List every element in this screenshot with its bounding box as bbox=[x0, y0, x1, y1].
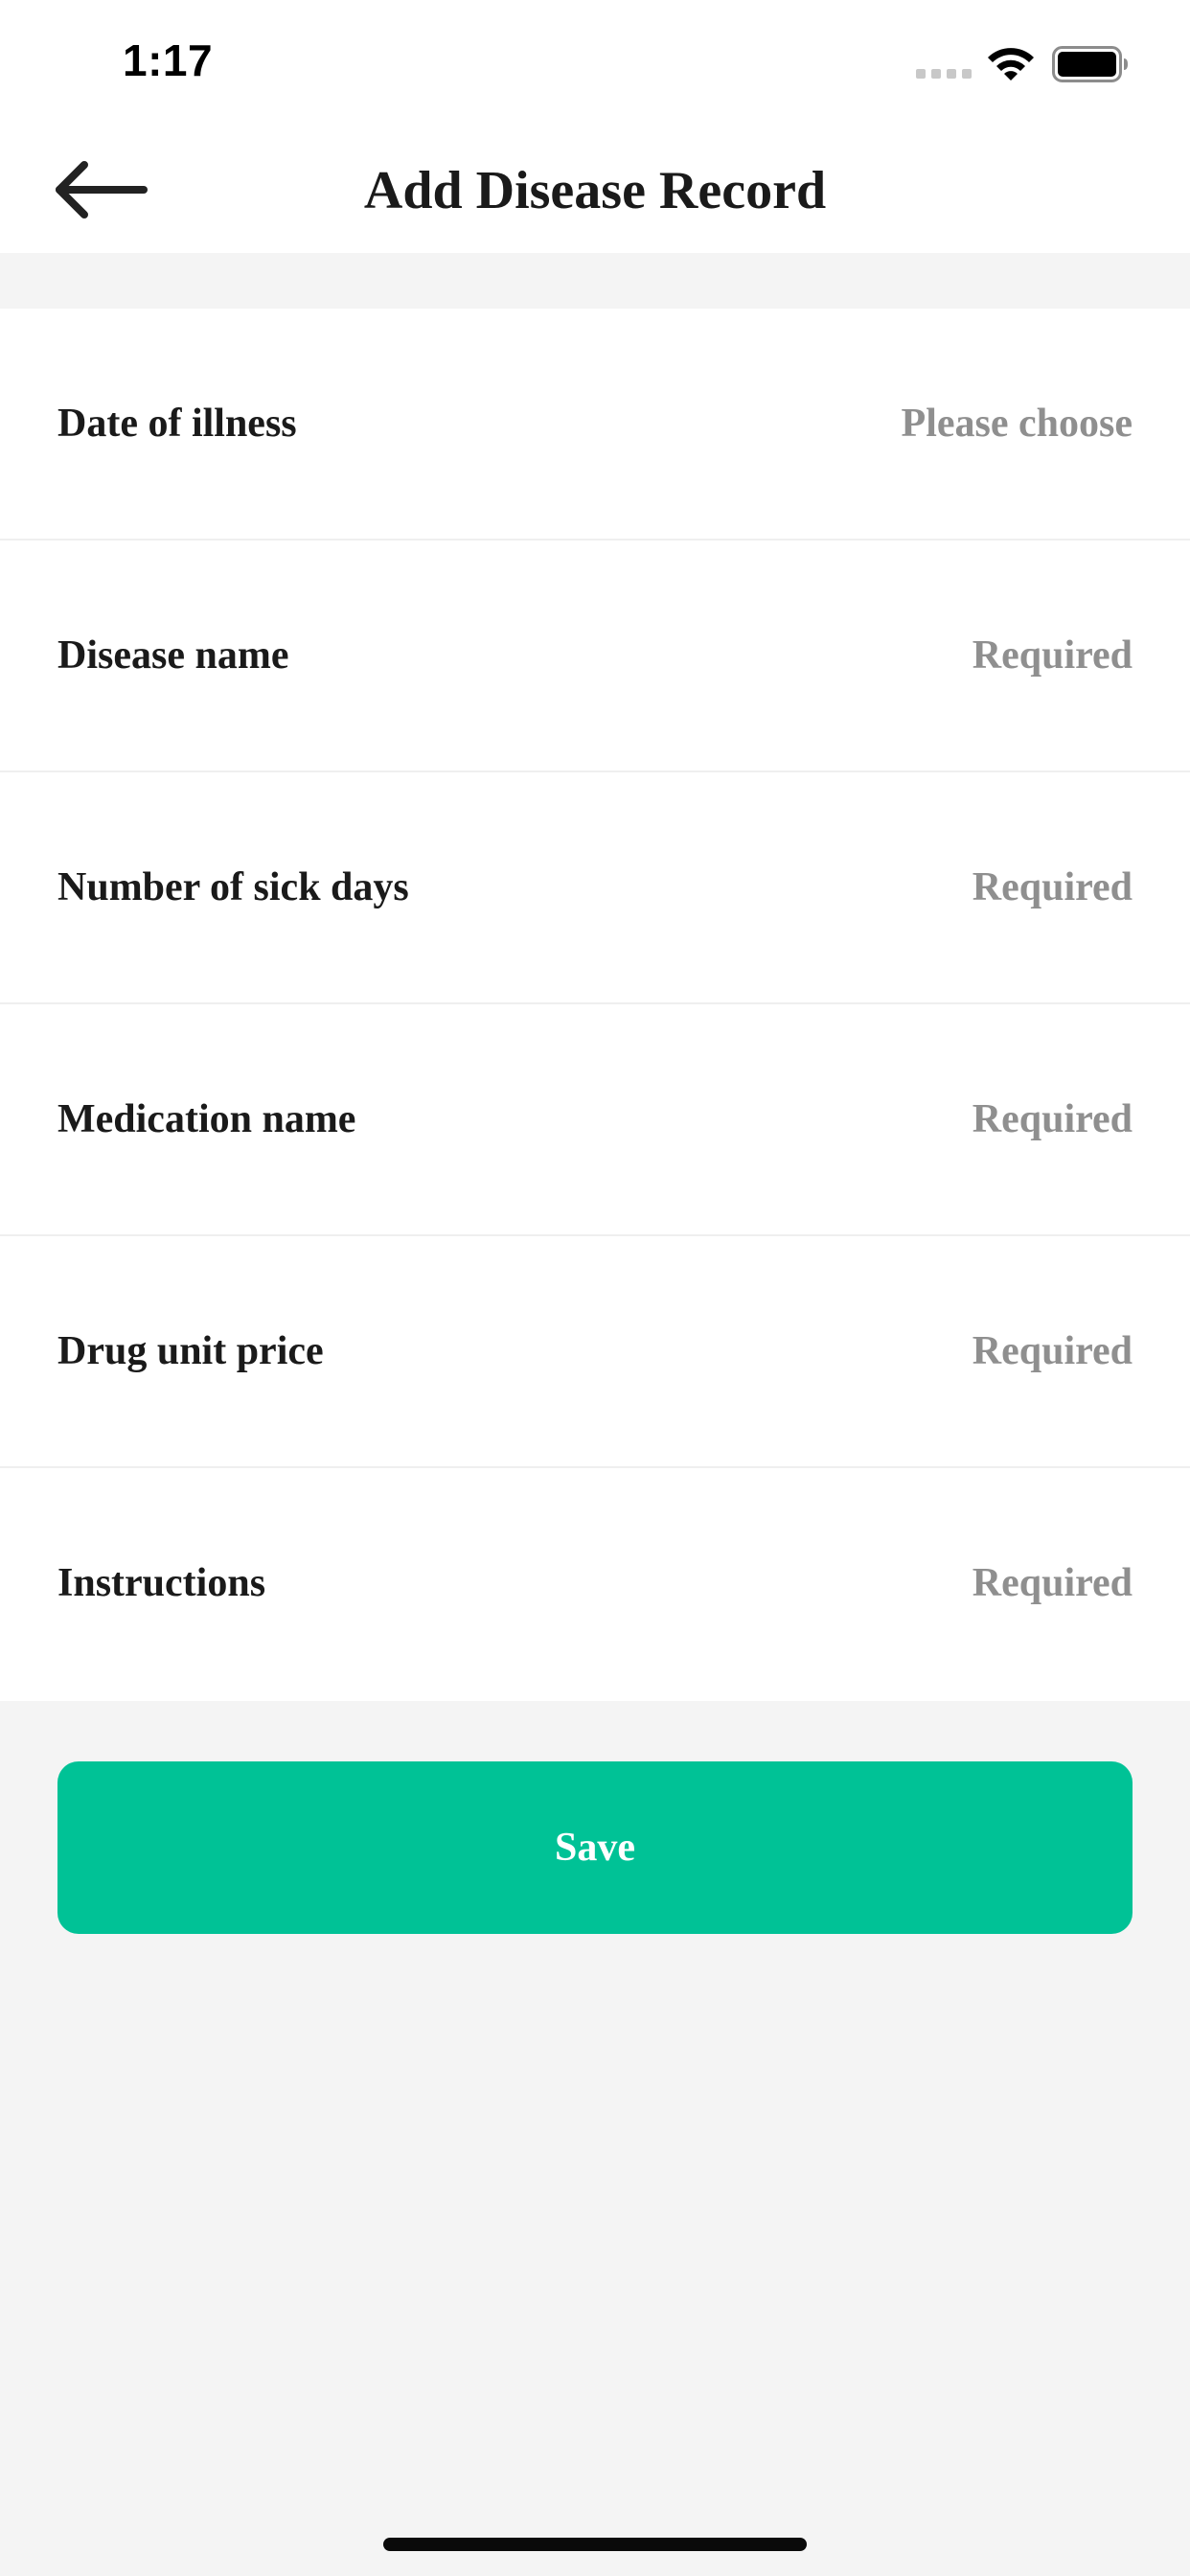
home-indicator[interactable] bbox=[383, 2538, 807, 2551]
drug-unit-price-input[interactable]: Required bbox=[973, 1236, 1133, 1466]
field-label: Number of sick days bbox=[57, 865, 409, 909]
sick-days-field[interactable]: Number of sick days Required bbox=[0, 772, 1190, 1004]
status-bar: 1:17 bbox=[0, 0, 1190, 126]
medication-name-field[interactable]: Medication name Required bbox=[0, 1004, 1190, 1236]
instructions-field[interactable]: Instructions Required bbox=[0, 1468, 1190, 1701]
drug-unit-price-field[interactable]: Drug unit price Required bbox=[0, 1236, 1190, 1468]
field-label: Medication name bbox=[57, 1097, 356, 1141]
date-picker-placeholder[interactable]: Please choose bbox=[902, 309, 1133, 539]
field-label: Disease name bbox=[57, 633, 289, 678]
page-title: Add Disease Record bbox=[363, 161, 827, 220]
date-of-illness-field[interactable]: Date of illness Please choose bbox=[0, 309, 1190, 540]
medication-name-input[interactable]: Required bbox=[973, 1004, 1133, 1234]
sick-days-input[interactable]: Required bbox=[973, 772, 1133, 1002]
disease-record-form: Date of illness Please choose Disease na… bbox=[0, 309, 1190, 1701]
field-label: Drug unit price bbox=[57, 1329, 324, 1373]
disease-name-field[interactable]: Disease name Required bbox=[0, 540, 1190, 772]
signal-dots-icon bbox=[916, 69, 972, 79]
save-button[interactable]: Save bbox=[57, 1761, 1133, 1934]
nav-bar: Add Disease Record bbox=[0, 126, 1190, 253]
field-label: Instructions bbox=[57, 1561, 266, 1605]
disease-name-input[interactable]: Required bbox=[973, 540, 1133, 770]
status-time: 1:17 bbox=[123, 35, 214, 85]
instructions-input[interactable]: Required bbox=[973, 1468, 1133, 1698]
field-label: Date of illness bbox=[57, 402, 297, 446]
wifi-icon bbox=[988, 48, 1034, 80]
battery-icon bbox=[1052, 46, 1128, 82]
